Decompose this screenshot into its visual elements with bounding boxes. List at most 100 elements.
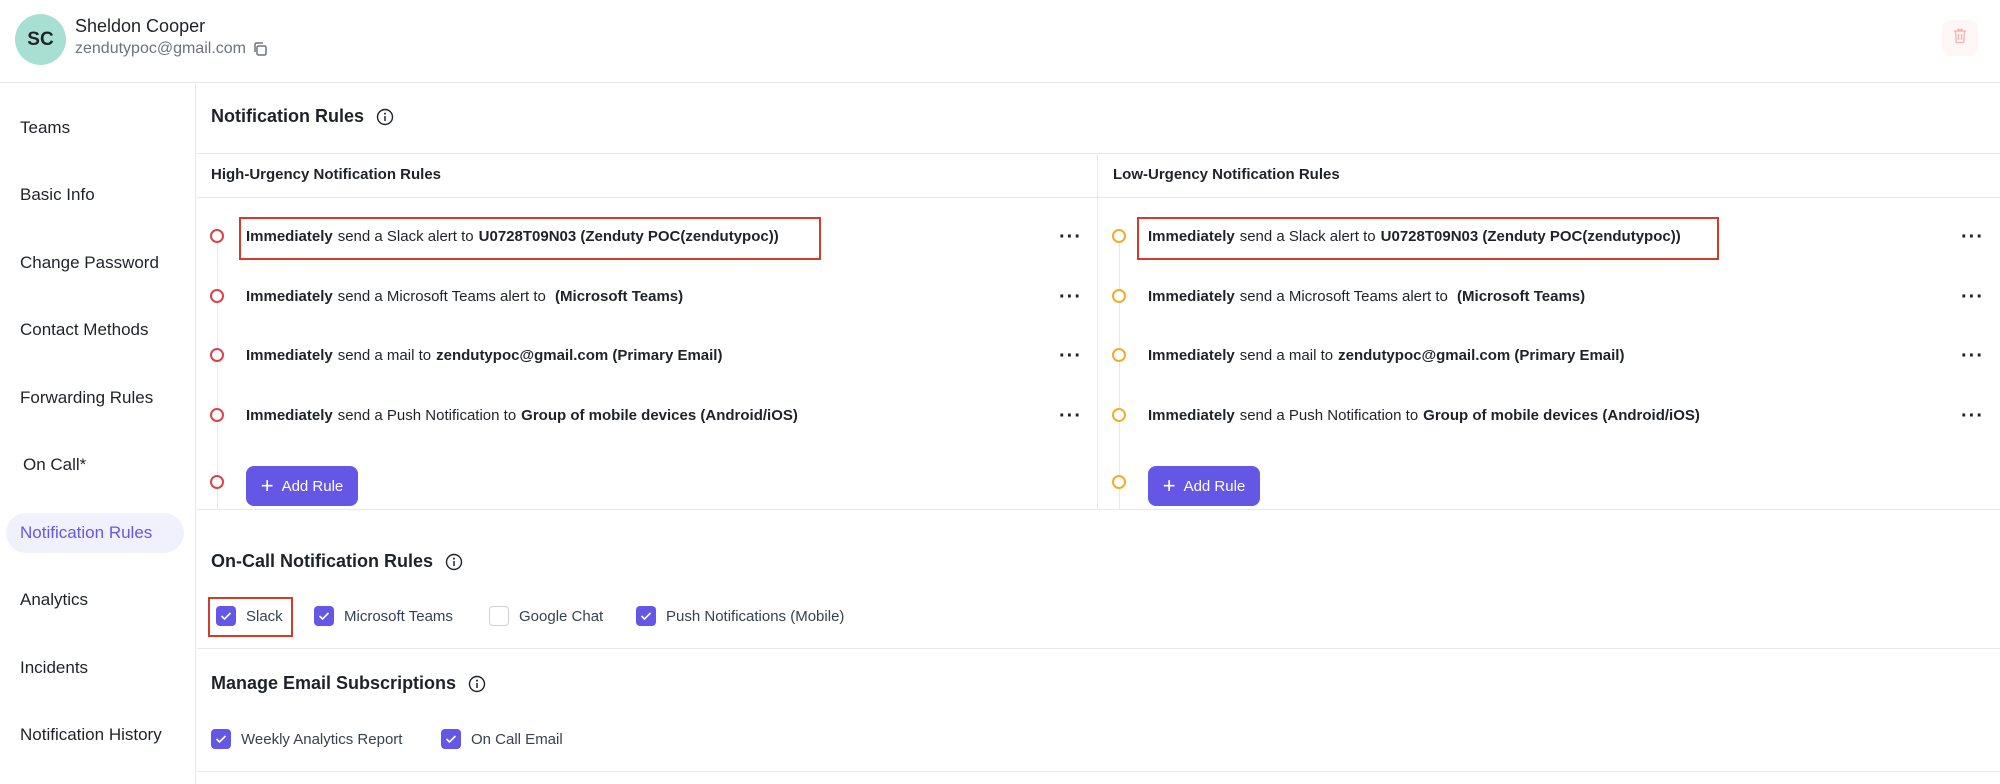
oncall-title: On-Call Notification Rules xyxy=(211,551,434,571)
checkbox-checked[interactable] xyxy=(314,606,334,626)
rule-target: zendutypoc@gmail.com (Primary Email) xyxy=(1338,346,1625,364)
rule-status-dot xyxy=(210,348,224,362)
low-rule-email: Immediately send a mail to zendutypoc@gmai… xyxy=(1148,343,1624,367)
rule-status-dot xyxy=(1112,229,1126,243)
rule-target: (Microsoft Teams) xyxy=(1452,287,1586,305)
oncall-section-title: On-Call Notification Rules xyxy=(211,551,463,572)
more-options-icon[interactable]: ··· xyxy=(1961,227,1984,247)
more-options-icon[interactable]: ··· xyxy=(1961,287,1984,307)
rule-target: Group of mobile devices (Android/iOS) xyxy=(1423,406,1700,424)
sidebar-item-analytics[interactable]: Analytics xyxy=(6,580,184,620)
rule-status-dot xyxy=(1112,475,1126,489)
rule-timing: Immediately xyxy=(246,287,333,305)
checkbox-label: Microsoft Teams xyxy=(344,607,453,625)
more-options-icon[interactable]: ··· xyxy=(1059,346,1082,366)
high-urgency-heading: High-Urgency Notification Rules xyxy=(211,166,442,183)
more-options-icon[interactable]: ··· xyxy=(1961,406,1984,426)
rule-action: send a Push Notification to xyxy=(337,406,517,424)
notification-rules-title: Notification Rules xyxy=(211,106,365,126)
copy-icon[interactable] xyxy=(252,41,270,59)
add-rule-label: Add Rule xyxy=(281,477,344,495)
avatar: SC xyxy=(15,14,66,65)
sidebar-item-on-call[interactable]: On Call* xyxy=(6,445,184,485)
more-options-icon[interactable]: ··· xyxy=(1059,287,1082,307)
rule-action: send a Push Notification to xyxy=(1239,406,1419,424)
add-low-rule-button[interactable]: + Add Rule xyxy=(1148,466,1260,506)
sidebar-item-forwarding-rules[interactable]: Forwarding Rules xyxy=(6,378,184,418)
subscription-weekly-analytics[interactable]: Weekly Analytics Report xyxy=(211,729,402,749)
more-options-icon[interactable]: ··· xyxy=(1059,406,1082,426)
low-timeline xyxy=(1119,236,1120,509)
sidebar-item-teams[interactable]: Teams xyxy=(6,108,184,148)
rule-target: Group of mobile devices (Android/iOS) xyxy=(521,406,798,424)
checkbox-label: Weekly Analytics Report xyxy=(241,730,403,748)
oncall-option-teams[interactable]: Microsoft Teams xyxy=(314,606,453,626)
column-divider xyxy=(1097,153,1098,509)
info-icon[interactable] xyxy=(376,108,394,126)
user-email: zendutypoc@gmail.com xyxy=(75,40,246,57)
rule-status-dot xyxy=(210,229,224,243)
checkbox-label: On Call Email xyxy=(471,730,563,748)
rule-status-dot xyxy=(1112,348,1126,362)
low-rule-teams: Immediately send a Microsoft Teams alert … xyxy=(1148,284,1585,308)
add-rule-label: Add Rule xyxy=(1183,477,1246,495)
checkbox-unchecked[interactable] xyxy=(489,606,509,626)
high-rule-teams: Immediately send a Microsoft Teams alert … xyxy=(246,284,683,308)
sidebar-item-notification-rules[interactable]: Notification Rules xyxy=(6,513,184,553)
sidebar-item-notification-history[interactable]: Notification History xyxy=(6,715,184,755)
rule-target: zendutypoc@gmail.com (Primary Email) xyxy=(436,346,723,364)
oncall-option-push[interactable]: Push Notifications (Mobile) xyxy=(636,606,844,626)
checkbox-checked[interactable] xyxy=(636,606,656,626)
rule-status-dot xyxy=(210,289,224,303)
delete-button[interactable] xyxy=(1942,20,1978,56)
more-options-icon[interactable]: ··· xyxy=(1059,227,1082,247)
rule-target: (Microsoft Teams) xyxy=(550,287,684,305)
info-icon[interactable] xyxy=(445,553,463,571)
highlight-box xyxy=(208,597,293,637)
sidebar-item-change-password[interactable]: Change Password xyxy=(6,243,184,283)
divider xyxy=(197,509,2000,510)
sidebar-item-basic-info[interactable]: Basic Info xyxy=(6,175,184,215)
divider xyxy=(197,197,2000,198)
rule-timing: Immediately xyxy=(1148,287,1235,305)
rule-action: send a Microsoft Teams alert to xyxy=(1239,287,1448,305)
email-subscriptions-section-title: Manage Email Subscriptions xyxy=(211,673,486,694)
rule-timing: Immediately xyxy=(246,346,333,364)
rule-action: send a Microsoft Teams alert to xyxy=(337,287,546,305)
divider xyxy=(197,153,2000,154)
checkbox-checked[interactable] xyxy=(441,729,461,749)
high-timeline xyxy=(217,236,218,509)
add-high-rule-button[interactable]: + Add Rule xyxy=(246,466,358,506)
rule-status-dot xyxy=(1112,408,1126,422)
more-options-icon[interactable]: ··· xyxy=(1961,346,1984,366)
divider xyxy=(197,771,2000,772)
highlight-box xyxy=(1137,217,1719,260)
low-urgency-heading: Low-Urgency Notification Rules xyxy=(1113,166,1340,183)
high-rule-email: Immediately send a mail to zendutypoc@gmai… xyxy=(246,343,722,367)
rule-timing: Immediately xyxy=(246,406,333,424)
main-content: Notification Rules High-Urgency Notifica… xyxy=(197,84,2000,784)
oncall-option-google-chat[interactable]: Google Chat xyxy=(489,606,603,626)
user-name: Sheldon Cooper xyxy=(75,16,206,36)
low-rule-push: Immediately send a Push Notification to Gr… xyxy=(1148,403,1700,427)
info-icon[interactable] xyxy=(468,675,486,693)
rule-action: send a mail to xyxy=(1239,346,1334,364)
high-rule-push: Immediately send a Push Notification to Gr… xyxy=(246,403,798,427)
checkbox-label: Push Notifications (Mobile) xyxy=(666,607,845,625)
plus-icon: + xyxy=(1162,473,1176,498)
notification-rules-section-title: Notification Rules xyxy=(211,106,394,127)
subscription-on-call-email[interactable]: On Call Email xyxy=(441,729,563,749)
sidebar-item-contact-methods[interactable]: Contact Methods xyxy=(6,310,184,350)
checkbox-label: Google Chat xyxy=(519,607,604,625)
sidebar-item-incidents[interactable]: Incidents xyxy=(6,648,184,688)
rule-status-dot xyxy=(210,475,224,489)
checkbox-checked[interactable] xyxy=(211,729,231,749)
rule-timing: Immediately xyxy=(1148,346,1235,364)
highlight-box xyxy=(239,217,821,260)
trash-icon xyxy=(1952,27,1968,50)
rule-action: send a mail to xyxy=(337,346,432,364)
divider xyxy=(197,648,2000,649)
rule-status-dot xyxy=(210,408,224,422)
rule-timing: Immediately xyxy=(1148,406,1235,424)
profile-header: SC Sheldon Cooper zendutypoc@gmail.com xyxy=(0,0,2000,83)
